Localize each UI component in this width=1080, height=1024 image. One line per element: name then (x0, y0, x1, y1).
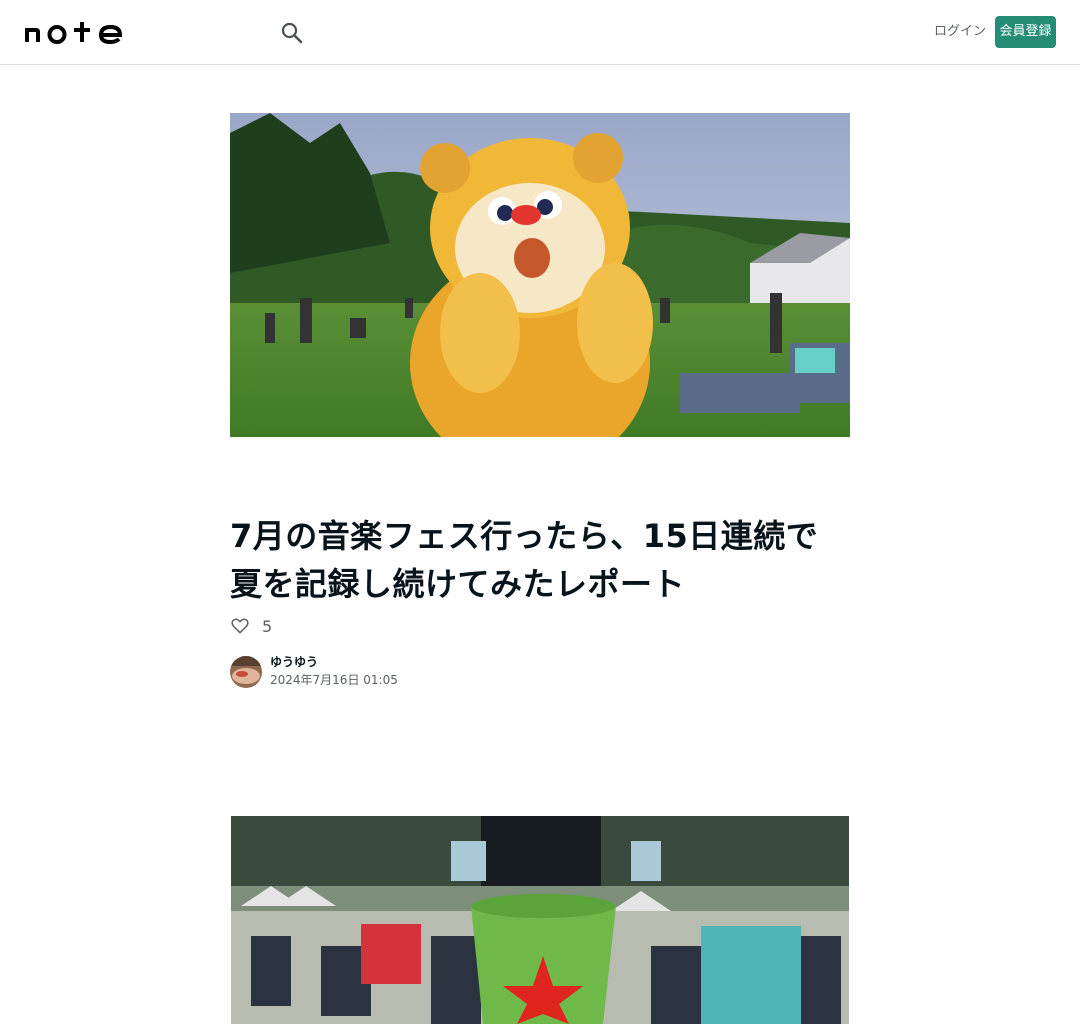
article-image (231, 816, 849, 1024)
signup-button[interactable]: 会員登録 (995, 16, 1056, 48)
author-info: ゆうゆう 2024年7月16日 01:05 (230, 655, 398, 689)
hero-image (230, 113, 850, 437)
author-meta: ゆうゆう 2024年7月16日 01:05 (270, 654, 398, 690)
search-icon[interactable] (279, 20, 305, 46)
like-area: 5 (230, 614, 272, 638)
like-count: 5 (262, 616, 273, 636)
avatar[interactable] (230, 656, 262, 688)
post-date: 2024年7月16日 01:05 (270, 673, 398, 687)
site-header: ログイン 会員登録 (0, 0, 1080, 65)
author-name[interactable]: ゆうゆう (270, 654, 398, 670)
note-logo[interactable] (24, 20, 124, 44)
login-link[interactable]: ログイン (922, 16, 998, 48)
article-title: 7月の音楽フェス行ったら、15日連続で夏を記録し続けてみたレポート (230, 517, 819, 603)
heart-icon[interactable] (230, 616, 250, 636)
